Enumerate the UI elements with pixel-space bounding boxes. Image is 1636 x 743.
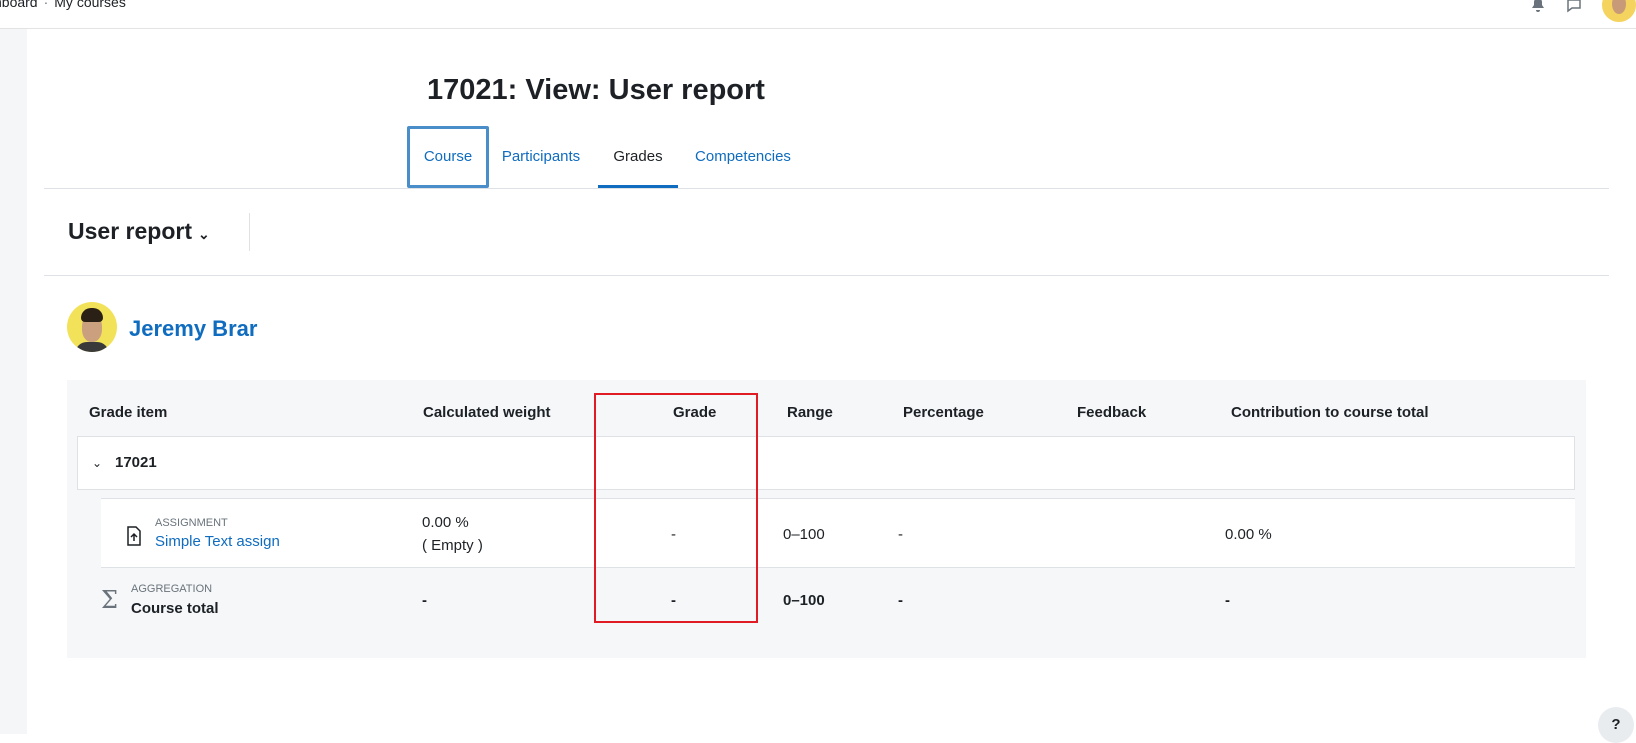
collapse-chevron-icon[interactable]: ⌄ [92,456,102,470]
column-header-calculated-weight: Calculated weight [423,404,551,421]
column-header-grade: Grade [673,404,717,421]
sigma-icon: Σ [101,586,118,614]
percentage-value: - [898,592,903,609]
course-total-label: Course total [131,600,219,617]
range-value: 0–100 [783,526,825,543]
user-avatar[interactable] [67,302,117,352]
avatar[interactable] [1602,0,1636,22]
grade-value: - [671,526,676,543]
column-header-range: Range [787,404,833,421]
weight-value: 0.00 % [422,514,469,531]
tab-course[interactable]: Course [407,126,489,188]
weight-note: ( Empty ) [422,537,483,554]
left-drawer-rail [0,29,27,734]
percentage-value: - [898,526,903,543]
tab-participants[interactable]: Participants [498,126,584,188]
weight-value: - [422,592,427,609]
help-button[interactable]: ? [1598,707,1634,743]
column-header-contribution: Contribution to course total [1231,404,1429,421]
tab-competencies[interactable]: Competencies [692,126,794,188]
item-type-label: ASSIGNMENT [155,517,228,529]
assignment-icon [127,526,141,546]
contribution-value: 0.00 % [1225,526,1272,543]
column-header-percentage: Percentage [903,404,984,421]
divider [249,213,250,251]
report-selector-label: User report [68,218,192,244]
breadcrumb: hboard · My courses [0,0,126,10]
chevron-down-icon: ⌄ [197,226,210,242]
category-row [77,436,1575,490]
contribution-value: - [1225,592,1230,609]
tab-grades[interactable]: Grades [598,126,678,188]
item-type-label: AGGREGATION [131,583,213,595]
secondary-navigation: Course Participants Grades Competencies [44,126,1609,189]
user-menu-area [1530,0,1636,22]
divider [44,275,1609,276]
user-name-link[interactable]: Jeremy Brar [129,316,257,342]
grade-item-link[interactable]: Simple Text assign [155,533,280,550]
breadcrumb-item-my-courses[interactable]: My courses [54,0,126,10]
range-value: 0–100 [783,592,825,609]
table-row [101,498,1575,568]
grade-value: - [671,592,676,609]
breadcrumb-separator: · [43,0,49,10]
column-header-grade-item: Grade item [89,404,168,421]
bell-icon[interactable] [1530,0,1546,13]
column-header-feedback: Feedback [1077,404,1147,421]
report-selector-dropdown[interactable]: User report ⌄ [68,218,210,245]
breadcrumb-item-dashboard[interactable]: hboard [0,0,38,10]
category-name: 17021 [115,454,157,471]
top-navbar: hboard · My courses [0,0,1636,29]
chat-icon[interactable] [1566,0,1582,13]
page-title: 17021: View: User report [427,74,765,106]
